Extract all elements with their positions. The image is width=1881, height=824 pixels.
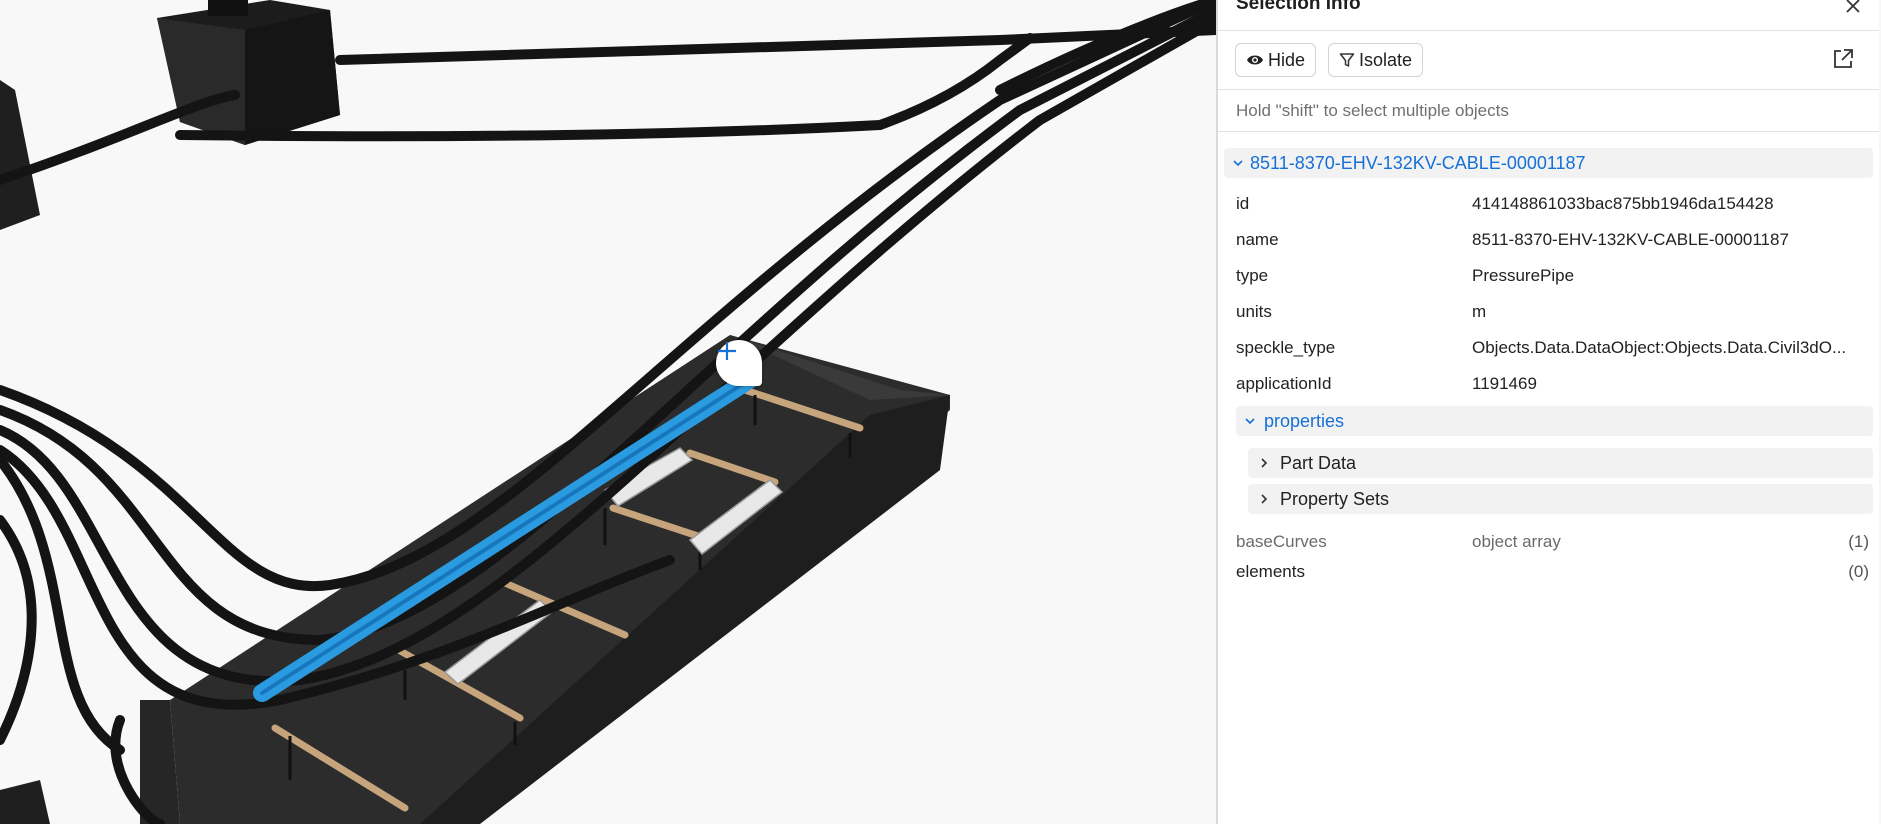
group-label: Property Sets xyxy=(1280,488,1390,509)
filter-icon xyxy=(1339,53,1355,67)
field-key: units xyxy=(1236,302,1272,321)
panel-title: Selection Info xyxy=(1236,0,1361,14)
array-row-basecurves[interactable]: baseCurves object array (1) xyxy=(1236,532,1869,560)
add-section-button[interactable] xyxy=(716,340,762,386)
properties-label: properties xyxy=(1264,410,1345,431)
field-value: PressurePipe xyxy=(1472,266,1575,285)
array-key: elements xyxy=(1236,562,1305,581)
isolate-label: Isolate xyxy=(1359,49,1413,70)
array-value: object array xyxy=(1472,532,1561,551)
eye-icon xyxy=(1247,55,1263,65)
array-row-elements[interactable]: elements (0) xyxy=(1236,562,1869,590)
scene-render xyxy=(0,0,1216,824)
array-count: (1) xyxy=(1848,532,1869,551)
junction-box xyxy=(157,0,340,145)
field-row: applicationId 1191469 xyxy=(1236,374,1869,402)
open-external-icon[interactable] xyxy=(1831,47,1855,71)
hide-button[interactable]: Hide xyxy=(1235,43,1317,77)
object-header[interactable]: 8511-8370-EHV-132KV-CABLE-00001187 xyxy=(1224,148,1873,178)
field-value: Objects.Data.DataObject:Objects.Data.Civ… xyxy=(1472,338,1847,357)
junction-box-left xyxy=(0,80,40,230)
chevron-right-icon xyxy=(1261,458,1268,468)
array-key: baseCurves xyxy=(1236,532,1327,551)
field-key: applicationId xyxy=(1236,374,1332,393)
group-part-data[interactable]: Part Data xyxy=(1248,448,1873,478)
field-key: type xyxy=(1236,266,1269,285)
group-label: Part Data xyxy=(1280,452,1357,473)
field-row: id 414148861033bac875bb1946da154428 xyxy=(1236,194,1869,222)
multi-select-hint: Hold "shift" to select multiple objects xyxy=(1218,90,1879,132)
field-row: name 8511-8370-EHV-132KV-CABLE-00001187 xyxy=(1236,230,1869,258)
field-row: units m xyxy=(1236,302,1869,330)
panel-toolbar: Hide Isolate xyxy=(1218,31,1879,90)
array-count: (0) xyxy=(1848,562,1869,581)
field-key: name xyxy=(1236,230,1279,249)
group-property-sets[interactable]: Property Sets xyxy=(1248,484,1873,514)
field-row: type PressurePipe xyxy=(1236,266,1869,294)
field-row: speckle_type Objects.Data.DataObject:Obj… xyxy=(1236,338,1869,366)
field-value: 414148861033bac875bb1946da154428 xyxy=(1472,194,1774,213)
chevron-right-icon xyxy=(1261,494,1268,504)
field-key: speckle_type xyxy=(1236,338,1336,357)
hide-label: Hide xyxy=(1268,49,1306,70)
object-title: 8511-8370-EHV-132KV-CABLE-00001187 xyxy=(1250,152,1586,173)
chevron-down-icon xyxy=(1245,418,1255,425)
field-value: 8511-8370-EHV-132KV-CABLE-00001187 xyxy=(1472,230,1789,249)
3d-viewport[interactable] xyxy=(0,0,1216,824)
field-value: m xyxy=(1472,302,1487,321)
field-key: id xyxy=(1236,194,1250,213)
panel-header: Selection Info xyxy=(1218,0,1879,31)
plus-icon xyxy=(718,342,736,360)
selection-info-panel: Selection Info Hide Isolate Hold "shift"… xyxy=(1216,0,1879,824)
field-value: 1191469 xyxy=(1472,374,1537,393)
properties-header[interactable]: properties xyxy=(1236,406,1873,436)
close-icon[interactable] xyxy=(1843,0,1863,16)
chevron-down-icon xyxy=(1233,160,1243,167)
isolate-button[interactable]: Isolate xyxy=(1328,43,1424,77)
